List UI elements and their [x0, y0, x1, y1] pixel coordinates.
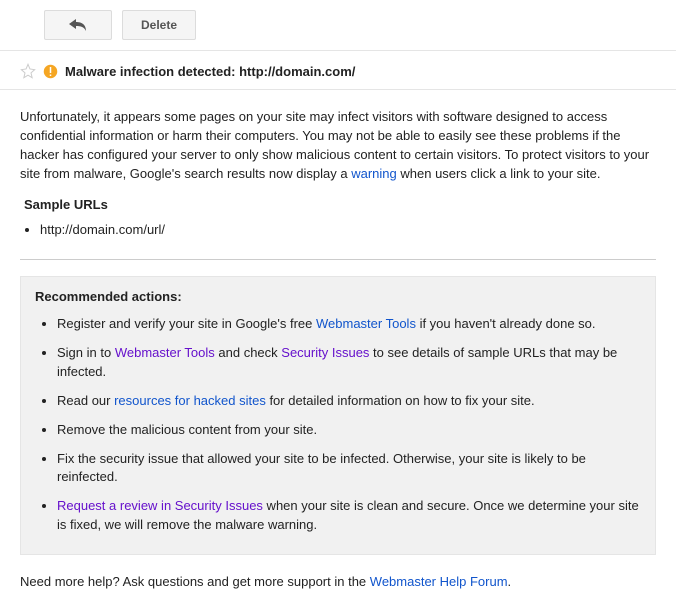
- help-forum-link[interactable]: Webmaster Help Forum: [370, 574, 508, 589]
- delete-button[interactable]: Delete: [122, 10, 196, 40]
- webmaster-tools-link[interactable]: Webmaster Tools: [316, 316, 416, 331]
- intro-text-post: when users click a link to your site.: [397, 166, 601, 181]
- webmaster-tools-link[interactable]: Webmaster Tools: [115, 345, 215, 360]
- list-item: Sign in to Webmaster Tools and check Sec…: [57, 339, 641, 387]
- list-item: Fix the security issue that allowed your…: [57, 445, 641, 493]
- request-review-link[interactable]: Request a review in Security Issues: [57, 498, 263, 513]
- warning-link[interactable]: warning: [351, 166, 397, 181]
- footer-help: Need more help? Ask questions and get mo…: [0, 573, 676, 610]
- list-item: Read our resources for hacked sites for …: [57, 387, 641, 416]
- intro-paragraph: Unfortunately, it appears some pages on …: [20, 108, 656, 183]
- hacked-sites-link[interactable]: resources for hacked sites: [114, 393, 266, 408]
- list-item: http://domain.com/url/: [40, 220, 656, 239]
- message-title: Malware infection detected: http://domai…: [65, 64, 355, 79]
- back-button[interactable]: [44, 10, 112, 40]
- sample-urls-list: http://domain.com/url/: [20, 220, 656, 239]
- recommended-actions-list: Register and verify your site in Google'…: [35, 310, 641, 540]
- list-item: Request a review in Security Issues when…: [57, 492, 641, 540]
- sample-urls-heading: Sample URLs: [24, 197, 656, 212]
- message-header: Malware infection detected: http://domai…: [0, 51, 676, 90]
- recommended-actions-box: Recommended actions: Register and verify…: [20, 276, 656, 555]
- toolbar: Delete: [0, 0, 676, 51]
- warning-icon: [43, 64, 58, 79]
- divider: [20, 259, 656, 260]
- recommended-actions-title: Recommended actions:: [35, 289, 641, 304]
- security-issues-link[interactable]: Security Issues: [281, 345, 369, 360]
- list-item: Register and verify your site in Google'…: [57, 310, 641, 339]
- star-icon[interactable]: [20, 63, 36, 79]
- reply-arrow-icon: [69, 19, 87, 31]
- message-body: Unfortunately, it appears some pages on …: [0, 90, 676, 555]
- list-item: Remove the malicious content from your s…: [57, 416, 641, 445]
